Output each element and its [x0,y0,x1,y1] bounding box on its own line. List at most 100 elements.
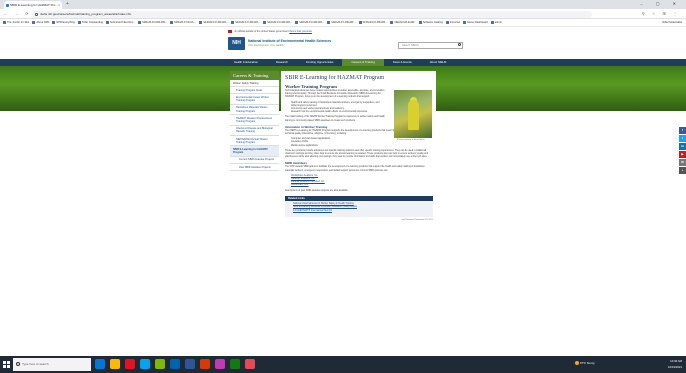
social-share-button[interactable]: ▶ [679,151,686,158]
bookmark-item[interactable]: The Jumbo for SEL [3,19,29,26]
awardee-item-link[interactable]: Clicks4Care Analytics, Inc. [291,175,318,177]
search-icon[interactable] [458,43,461,46]
social-share-button[interactable]: f [679,127,686,134]
tab-title: SBIR E-Learning for HAZMAT Pro... [10,3,58,7]
favicon-icon [6,4,9,7]
taskbar-app-icon[interactable] [215,359,225,369]
bookmark-icon [105,20,109,24]
close-tab-icon[interactable]: × [58,1,60,9]
bookmark-item[interactable]: NPR Everything [52,19,75,26]
bookmark-icon [295,20,299,24]
bookmark-item[interactable]: SFRs/R-FO-RR-RR... [358,19,387,26]
taskbar-app-icon[interactable] [170,359,180,369]
bookmark-icon [327,20,331,24]
sidebar-item[interactable]: Hazardous Materials Worker Training Prog… [230,105,279,116]
bookmark-item[interactable]: Imported [445,19,460,26]
site-title[interactable]: National Institute of Environmental Heal… [248,39,331,43]
awardee-item[interactable]: WebStream, LLC [291,184,433,187]
nav-item-funding-opportunities[interactable]: Funding Opportunities [297,59,343,66]
social-share-button[interactable]: ✉ [679,159,686,166]
browser-tab[interactable]: SBIR E-Learning for HAZMAT Pro... × [4,1,62,9]
taskbar-app-icon[interactable] [185,359,195,369]
social-share-button[interactable]: in [679,143,686,150]
site-search-input[interactable]: Search NIEHS [398,42,463,49]
bookmark-label: SFRs/R-FO-RR-RR... [299,21,325,24]
awardees-paragraph: The WTP awards SBIR grants to facilitate… [285,166,425,172]
bookmark-icon [263,20,267,24]
bookmark-item[interactable]: NEHSOHS E-RR.. [390,19,416,26]
taskbar-app-icon[interactable] [245,359,255,369]
taskbar-app-icon[interactable] [95,359,105,369]
taskbar-app-icon[interactable] [155,359,165,369]
bookmark-icon [199,20,203,24]
bookmark-item[interactable]: SFRs/R-FO-RR-RR... [138,19,167,26]
new-tab-button[interactable]: + [66,1,69,8]
bookmark-item[interactable]: SFRs/R-FY-RR-RR... [327,19,356,26]
bookmarks-bar: The Jumbo for SEL About NPR NPR Everything… [0,19,686,27]
nih-logo[interactable]: NIH [228,37,245,50]
taskbar-search-input[interactable]: Type here to search [13,358,91,371]
weather-widget[interactable]: 67°F Sunny [575,361,595,366]
awardee-item-link[interactable]: Medcorp Solutions, Inc. [291,178,315,180]
nav-item-research[interactable]: Research [267,59,297,66]
bookmark-item[interactable]: SFRs/R-FO-RR-RR... [199,19,228,26]
bookmark-item[interactable]: About NPR [32,19,49,26]
taskbar-app-icon[interactable] [125,359,135,369]
sidebar-item[interactable]: NIEHS/DOE Nuclear Worker Training Progra… [230,136,279,147]
window-controls[interactable]: – ▢ ✕ [640,0,682,8]
bookmark-item[interactable]: SFRs/R-FO-RR-RR... [263,19,293,26]
main-navigation: Health & Education Research Funding Opport… [0,59,686,66]
taskbar-app-icon[interactable] [200,359,210,369]
sidebar-title: Careers & Training [230,71,279,80]
official-banner-link[interactable]: Here's how you know [289,30,312,33]
url-field[interactable]: niehs.nih.gov/careers/hazmat/training_pr… [32,11,592,18]
bookmark-icon [32,20,36,24]
taskbar-app-icon[interactable] [140,359,150,369]
bookmark-item[interactable]: Software Catalog [418,19,443,26]
social-share-button[interactable]: t [679,135,686,142]
innovation-list-item: Mobile device applications [291,145,433,148]
nav-item-news-events[interactable]: News & Events [384,59,421,66]
nav-item-careers-training[interactable]: Careers & Training [342,59,384,66]
bookmark-item[interactable]: SFRs/R-FY/FOA-... [170,19,196,26]
awardee-item-link[interactable]: Material Resource Unlimited, Inc. [291,181,325,183]
bookmark-icon [358,20,362,24]
bookmark-item[interactable]: Submitted Files Rev... [105,19,135,26]
related-link-link[interactable]: ILO-NIEHS/WTP International Summit [293,210,332,212]
nav-item-health-education[interactable]: Health & Education [225,59,267,66]
bookmark-item[interactable]: Triller Outstanding [77,19,103,26]
sidebar-item[interactable]: Training Program Areas [230,87,279,95]
bookmark-label: SFRs/R-FO-RR-RR... [267,21,293,24]
related-link-link[interactable]: SBIR E-Learning Business Innovation Rese… [293,206,357,208]
sidebar-item[interactable]: Environmental Career Worker Training Pro… [230,94,279,105]
weather-text: 67°F Sunny [580,361,595,365]
awardee-item-link[interactable]: WebStream, LLC [291,184,309,186]
sidebar-item[interactable]: Worker Safety Training [230,80,279,88]
site-tagline: Your Environment. Your Health. [248,44,285,47]
system-clock[interactable]: 10:46 AM 10/19/2021 [668,358,682,370]
sidebar-item[interactable]: Current SBIR Awardee Projects [230,157,279,165]
taskbar-app-icon[interactable] [110,359,120,369]
other-bookmarks[interactable]: Other bookmarks [662,19,682,26]
sidebar-item[interactable]: Infectious Disease and Biological Hazard… [230,126,279,137]
taskbar-app-icon[interactable] [230,359,240,369]
sidebar-item[interactable]: SBIR E-Learning for HAZMAT Program [230,146,279,157]
bookmark-item[interactable]: Nexus Dashboard [462,19,488,26]
related-link[interactable]: ILO-NIEHS/WTP International Summit [293,210,430,213]
bookmark-item[interactable]: SFRs/R-FO-RR-RR... [295,19,325,26]
bookmark-label: Triller Outstanding [81,21,103,24]
sidebar-item[interactable]: HAZMAT Disaster Preparedness Training Pr… [230,115,279,126]
social-share-button[interactable]: + [679,167,686,174]
sidebar-item[interactable]: Past SBIR Awardee Projects [230,164,279,172]
intro-list: Health and safety training of hazardous … [291,102,385,115]
bookmark-item[interactable]: SFRs/R-FO-RR-RR... [231,19,260,26]
related-link-link[interactable]: National Clearinghouse for Worker Safety… [293,203,354,205]
bookmark-icon [77,20,81,24]
sun-icon [575,361,579,366]
nav-item-about-niehs[interactable]: About NIEHS [421,59,456,66]
page-subtitle: Worker Training Program [285,84,337,89]
last-reviewed: Last Reviewed: November 18, 2021 [401,219,433,222]
extension-icons[interactable]: ⚲ ☆ ⊞ ⋮ [642,11,680,16]
bookmark-item[interactable]: admin [490,19,502,26]
windows-start-icon[interactable] [3,361,10,368]
